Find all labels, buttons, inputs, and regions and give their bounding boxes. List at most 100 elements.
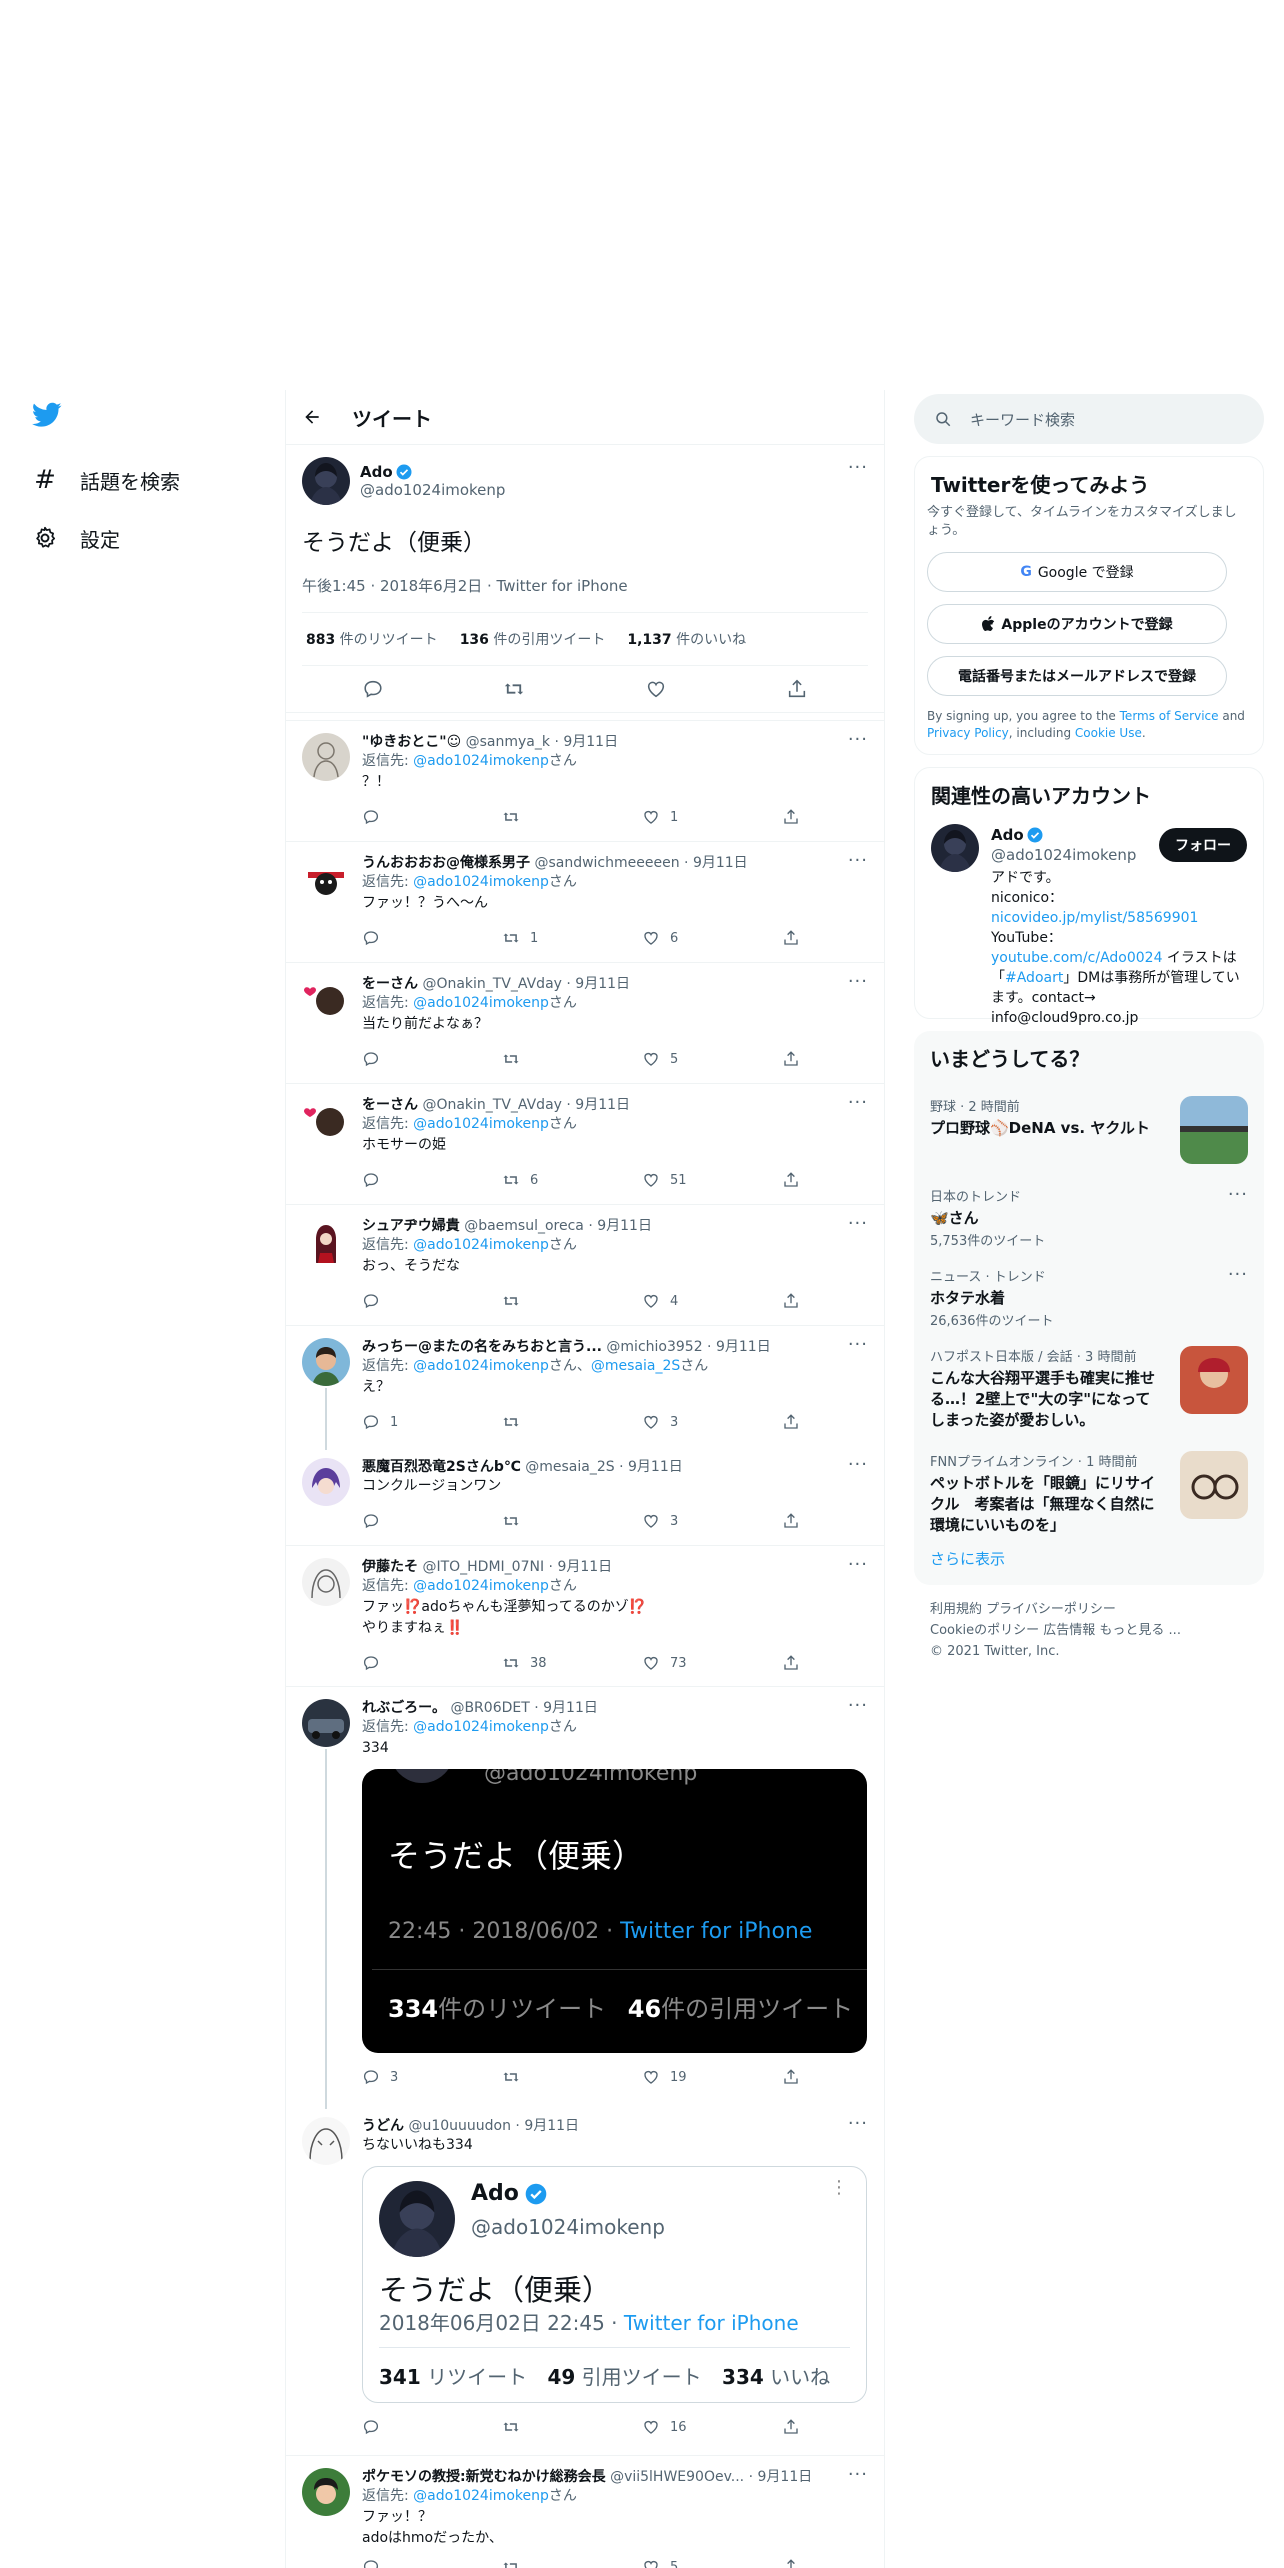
reply-tweet[interactable]: ··· みっちー@またの名をみちおと言う... @michio3952 · 9月…	[286, 1326, 884, 1450]
reply-date[interactable]: 9月11日	[563, 734, 618, 750]
reply-to-link[interactable]: @ado1024imokenp	[413, 1578, 549, 1594]
reply-to-link[interactable]: @ado1024imokenp	[413, 753, 549, 769]
tweet-meta[interactable]: 午後1:45 · 2018年6月2日 · Twitter for iPhone	[302, 575, 868, 596]
like-button[interactable]: 1	[642, 808, 702, 826]
more-options-icon[interactable]: ···	[848, 1092, 868, 1113]
reply-to-link[interactable]: @ado1024imokenp	[413, 2488, 549, 2504]
reply-tweet[interactable]: ··· 悪魔百烈恐竜2Sさんb℃ @mesaia_2S · 9月11日 コンクル…	[286, 1446, 884, 1546]
trend-item[interactable]: 野球 · 2 時間前 プロ野球⚾DeNA vs. ヤクルト	[914, 1084, 1264, 1174]
reply-author-handle[interactable]: @ITO_HDMI_07NI	[422, 1559, 544, 1575]
reply-author-handle[interactable]: @Onakin_TV_AVday	[422, 976, 561, 992]
nav-settings[interactable]: 設定	[32, 518, 120, 558]
reply-tweet[interactable]: ··· シュアヂウ婦貴 @baemsul_oreca · 9月11日 返信先: …	[286, 1205, 884, 1326]
reply-date[interactable]: 9月11日	[693, 855, 748, 871]
more-options-icon[interactable]: ···	[848, 1334, 868, 1355]
share-button[interactable]	[782, 1413, 802, 1431]
reply-tweet[interactable]: ··· うんおおおお@俺様系男子 @sandwichmeeeeen · 9月11…	[286, 842, 884, 963]
share-button[interactable]	[782, 1512, 802, 1530]
retweet-button[interactable]: 6	[502, 1171, 562, 1189]
reply-author-handle[interactable]: @BR06DET	[450, 1700, 529, 1716]
share-button[interactable]	[782, 1050, 802, 1068]
more-options-icon[interactable]: ···	[848, 971, 868, 992]
avatar[interactable]	[302, 2117, 350, 2165]
privacy-link[interactable]: Privacy Policy	[927, 726, 1009, 740]
reply-author-handle[interactable]: @mesaia_2S	[525, 1459, 614, 1475]
reply-author-handle[interactable]: @sandwichmeeeeen	[534, 855, 679, 871]
like-button[interactable]: 3	[642, 1413, 702, 1431]
twitter-logo-icon[interactable]	[32, 402, 62, 428]
reply-button[interactable]: 1	[362, 1413, 422, 1431]
more-options-icon[interactable]: ···	[848, 457, 868, 478]
phone-email-signup-button[interactable]: 電話番号またはメールアドレスで登録	[927, 656, 1227, 696]
reply-tweet[interactable]: ··· "ゆきおとこ"☺ @sanmya_k · 9月11日 返信先: @ado…	[286, 721, 884, 842]
reply-author-name[interactable]: "ゆきおとこ"☺	[362, 734, 461, 750]
footer-terms-link[interactable]: 利用規約	[930, 1602, 982, 1617]
avatar[interactable]	[302, 1558, 350, 1606]
avatar[interactable]	[302, 2468, 350, 2516]
share-button[interactable]	[782, 1292, 802, 1310]
retweet-button[interactable]	[502, 808, 562, 826]
reply-author-name[interactable]: シュアヂウ婦貴	[362, 1218, 460, 1234]
avatar[interactable]	[302, 1217, 350, 1265]
like-button[interactable]: 51	[642, 1171, 702, 1189]
trend-item[interactable]: ハフポスト日本版 / 会話 · 3 時間前 こんな大谷翔平選手も確実に推せる…！…	[914, 1334, 1264, 1439]
share-button[interactable]	[782, 2558, 802, 2568]
retweet-button[interactable]	[502, 1050, 562, 1068]
reply-button[interactable]	[362, 1050, 422, 1068]
trend-item[interactable]: FNNプライムオンライン · 1 時間前 ペットボトルを「眼鏡」にリサイクル 考…	[914, 1439, 1264, 1544]
follow-button[interactable]: フォロー	[1159, 828, 1247, 862]
reply-tweet[interactable]: ··· をーさん @Onakin_TV_AVday · 9月11日 返信先: @…	[286, 963, 884, 1084]
reply-button[interactable]	[362, 1171, 422, 1189]
reply-author-name[interactable]: れぶごろー。	[362, 1700, 446, 1716]
retweet-button[interactable]: 1	[502, 929, 562, 947]
reply-tweet[interactable]: ··· れぶごろー。 @BR06DET · 9月11日 返信先: @ado102…	[286, 1687, 884, 2109]
like-button[interactable]: 5	[642, 1050, 702, 1068]
retweet-button[interactable]	[502, 1512, 562, 1530]
bio-youtube-link[interactable]: youtube.com/c/Ado0024	[991, 950, 1162, 966]
retweet-button[interactable]	[502, 1413, 562, 1431]
reply-author-name[interactable]: 伊藤たそ	[362, 1559, 418, 1575]
more-options-icon[interactable]: ···	[848, 2464, 868, 2485]
reply-date[interactable]: 9月11日	[716, 1339, 771, 1355]
reply-date[interactable]: 9月11日	[543, 1700, 598, 1716]
avatar[interactable]	[302, 457, 350, 505]
author-handle[interactable]: @ado1024imokenp	[360, 481, 505, 499]
avatar[interactable]	[302, 1338, 350, 1386]
more-options-icon[interactable]: ···	[848, 1454, 868, 1475]
reply-author-name[interactable]: うんおおおお@俺様系男子	[362, 855, 530, 871]
reply-date[interactable]: 9月11日	[758, 2469, 813, 2485]
share-button[interactable]	[782, 929, 802, 947]
reply-to-link[interactable]: @ado1024imokenp	[413, 874, 549, 890]
cookie-link[interactable]: Cookie Use	[1075, 726, 1142, 740]
reply-date[interactable]: 9月11日	[597, 1218, 652, 1234]
more-options-icon[interactable]: ···	[848, 2113, 868, 2134]
footer-ads-link[interactable]: 広告情報	[1043, 1623, 1095, 1638]
trend-item[interactable]: 日本のトレンド 🦋さん 5,753件のツイート ···	[914, 1174, 1264, 1254]
reply-tweet[interactable]: ··· ポケモソの教授:新党むねかけ総務会長 @vii5lHWE90Oev...…	[286, 2456, 884, 2568]
share-button[interactable]	[782, 1171, 802, 1189]
trend-item[interactable]: ニュース · トレンド ホタテ水着 26,636件のツイート ···	[914, 1254, 1264, 1334]
search-box[interactable]: キーワード検索	[914, 394, 1264, 444]
bio-niconico-link[interactable]: nicovideo.jp/mylist/58569901	[991, 910, 1198, 926]
like-button[interactable]: 4	[642, 1292, 702, 1310]
reply-author-name[interactable]: 悪魔百烈恐竜2Sさんb℃	[362, 1459, 521, 1475]
reply-author-name[interactable]: をーさん	[362, 976, 418, 992]
avatar[interactable]	[302, 854, 350, 902]
like-button[interactable]: 3	[642, 1512, 702, 1530]
more-options-icon[interactable]: ···	[848, 1554, 868, 1575]
reply-date[interactable]: 9月11日	[557, 1559, 612, 1575]
avatar[interactable]	[302, 1458, 350, 1506]
bio-hashtag-link[interactable]: #Adoart	[1005, 970, 1063, 986]
reply-date[interactable]: 9月11日	[575, 976, 630, 992]
author-name[interactable]: Ado	[360, 463, 505, 481]
more-options-icon[interactable]: ···	[848, 1695, 868, 1716]
related-account-name[interactable]: Ado	[991, 826, 1043, 844]
reply-author-handle[interactable]: @sanmya_k	[466, 734, 550, 750]
share-button[interactable]	[782, 2068, 802, 2086]
reply-tweet[interactable]: ··· をーさん @Onakin_TV_AVday · 9月11日 返信先: @…	[286, 1084, 884, 1205]
attached-screenshot-image[interactable]: Ado @ado1024imokenp ⋮ そうだよ（便乗） 2018年06月0…	[362, 2166, 867, 2403]
back-arrow-icon[interactable]	[302, 407, 322, 427]
like-button[interactable]: 73	[642, 1654, 702, 1672]
retweet-button[interactable]	[502, 2418, 562, 2436]
terms-link[interactable]: Terms of Service	[1120, 709, 1219, 723]
